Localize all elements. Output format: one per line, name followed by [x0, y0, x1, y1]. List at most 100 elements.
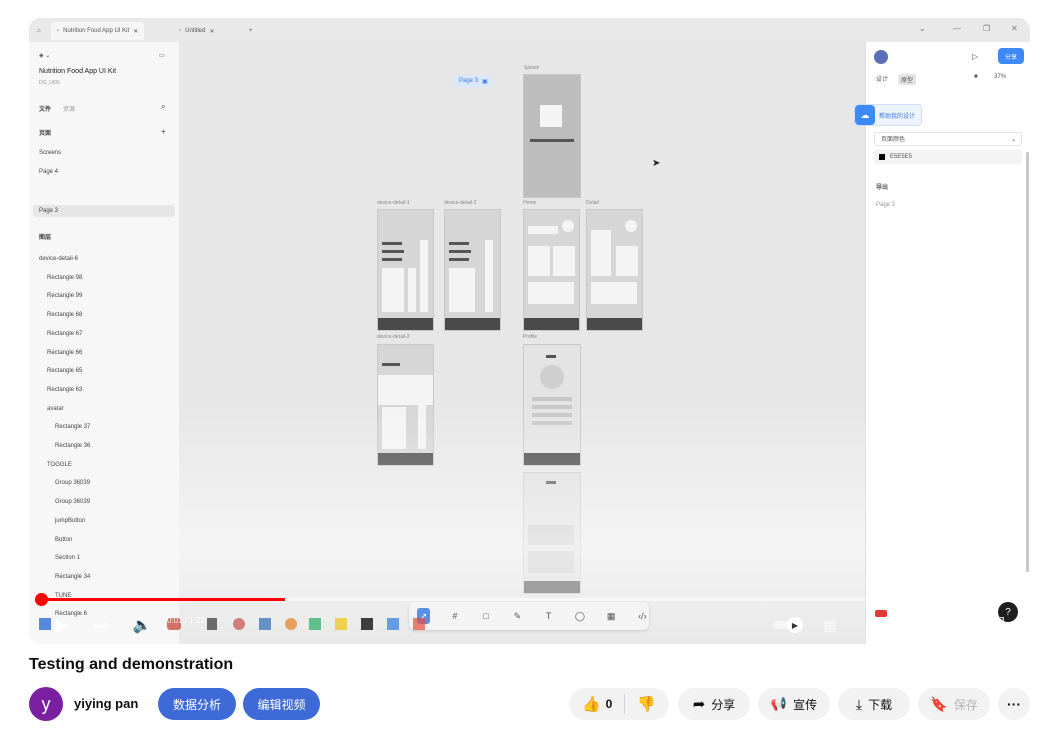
video-progress-bar[interactable] [35, 593, 1017, 606]
layer-item: Rectangle 68 [47, 312, 83, 319]
play-flow-icon: ▣ [482, 78, 488, 85]
time-display: 0:01 / 1:21 [167, 616, 205, 625]
maximize-icon: ❐ [983, 24, 991, 33]
figma-menu-icon: ◈ ⌄ [39, 53, 51, 59]
page-item: Page 4 [39, 169, 59, 175]
app-icon [259, 618, 271, 630]
add-page-icon: + [161, 127, 166, 136]
bookmark-icon: 🔖 [930, 695, 948, 712]
analytics-button[interactable]: 数据分析 [158, 688, 236, 720]
scrollbar [1026, 152, 1029, 572]
library-icon: ■ [974, 74, 978, 80]
download-icon: ⤓ [855, 695, 863, 712]
theater-icon[interactable]: ▭ [943, 612, 969, 638]
tab-design: 设计 [876, 77, 889, 83]
frame-label: device-detail-3 [377, 334, 410, 340]
layer-item: Group 36039 [55, 480, 91, 487]
layer-item: Button [55, 536, 73, 543]
layer-item: device-detail-6 [39, 256, 79, 262]
settings-icon[interactable]: ⚙ [859, 610, 887, 638]
frame-device-detail-1 [377, 209, 434, 331]
share-button[interactable]: ➦ 分享 [678, 688, 750, 720]
download-button[interactable]: ⤓ 下载 [838, 688, 910, 720]
file-title: Nutrition Food App UI Kit [39, 68, 117, 75]
like-button[interactable]: 👍 0 [582, 695, 612, 713]
frame-home [523, 209, 580, 331]
hd-badge [875, 610, 887, 617]
design-canvas: Page 3 ▣ Splash device-detail-1 device-d… [179, 42, 865, 644]
minimize-icon: — [953, 24, 961, 33]
more-horizontal-icon: ··· [1007, 696, 1021, 712]
frame-label: Detail [586, 200, 599, 206]
file-subtitle: DG_UI06 [39, 80, 60, 86]
autoplay-toggle[interactable]: ▶ [773, 616, 805, 634]
layer-item: avatar [47, 405, 64, 412]
next-icon[interactable]: ⏭ [87, 612, 113, 638]
progress-fill [41, 598, 285, 601]
ai-assist-badge: ☁ 帮助我的设计 [854, 104, 923, 126]
like-dislike-group: 👍 0 👎 [569, 688, 669, 720]
close-icon: ✕ [133, 28, 139, 35]
dev-mode-icon: ‹/› [638, 611, 647, 621]
frame-label: device-detail-1 [377, 200, 410, 206]
pages-header: 页面 [39, 131, 52, 137]
app-icon [309, 618, 321, 630]
dislike-button[interactable]: 👎 [637, 695, 656, 713]
divider [624, 694, 626, 714]
design-panel: ▷ 分享 设计 原型 ■ 37% ☁ 帮助我的设计 页面颜色 ⌄ E5E5E5 … [854, 42, 1030, 644]
layer-item: Group 36039 [55, 499, 91, 506]
layer-item: Section 1 [55, 555, 81, 562]
save-button[interactable]: 🔖 保存 [918, 688, 990, 720]
frame-splash [523, 74, 581, 198]
more-actions-button[interactable]: ··· [998, 688, 1030, 720]
color-swatch [879, 154, 885, 160]
app-tab-file: ▫ Nutrition Food App UI Kit ✕ [51, 22, 145, 40]
subtitles-icon[interactable]: ▤ [817, 612, 843, 638]
close-icon: ✕ [209, 28, 215, 35]
user-avatar [874, 50, 888, 64]
layer-item: Rectangle 67 [47, 330, 83, 337]
component-icon: ▦ [606, 610, 616, 621]
page-color-field: E5E5E5 [874, 150, 1022, 164]
layer-item: Rectangle 99 [47, 293, 83, 300]
frame-device-detail-3 [377, 344, 434, 466]
zoom-level: 37% [994, 74, 1007, 80]
fullscreen-icon[interactable]: ⛶ [985, 612, 1011, 638]
add-tab-icon: + [249, 28, 253, 34]
share-arrow-icon: ➦ [692, 696, 706, 713]
frame-detail [586, 209, 643, 331]
pen-icon: ✎ [513, 610, 522, 621]
home-icon: ⌂ [37, 28, 41, 34]
cursor-icon: ➤ [652, 158, 661, 169]
volume-icon[interactable]: 🔈 [129, 612, 155, 638]
miniplayer-icon[interactable]: ▣ [901, 612, 927, 638]
page-color-dropdown: 页面颜色 ⌄ [874, 132, 1022, 146]
comment-icon: ◯ [574, 610, 585, 621]
layers-header: 图层 [39, 235, 52, 241]
app-icon [413, 618, 425, 630]
app-tab-untitled: ▫ Untitled ✕ [179, 28, 215, 35]
channel-name[interactable]: yiying pan [74, 696, 138, 711]
thumbs-down-icon: 👎 [637, 696, 657, 713]
file-icon: ▫ [57, 28, 60, 34]
thumbs-up-icon: 👍 [581, 696, 601, 713]
app-icon [285, 618, 297, 630]
close-icon: ✕ [1011, 24, 1018, 33]
play-icon[interactable]: ▶ [49, 612, 75, 638]
channel-avatar[interactable]: y [29, 687, 63, 721]
layer-item: Rectangle 34 [55, 573, 91, 580]
search-icon: ⌕ [161, 102, 166, 111]
app-icon [335, 618, 347, 630]
edit-video-button[interactable]: 编辑视频 [243, 688, 320, 720]
layer-item: Rectangle 66 [47, 349, 83, 356]
app-tab-bar: ⌂ ▫ Nutrition Food App UI Kit ✕ ▫ Untitl… [29, 18, 1030, 43]
page-label: Page 3 [876, 202, 896, 208]
video-player[interactable]: ⌂ ▫ Nutrition Food App UI Kit ✕ ▫ Untitl… [29, 18, 1030, 644]
layer-item: Rectangle 63 [47, 386, 83, 393]
layer-item: Rectangle 98 [47, 274, 83, 281]
chevron-down-icon: ⌄ [919, 24, 926, 33]
tab-prototype: 原型 [898, 74, 917, 85]
promote-button[interactable]: 📢 宣传 [758, 688, 830, 720]
scrubber-handle[interactable] [35, 593, 48, 606]
shape-icon: □ [483, 611, 489, 621]
